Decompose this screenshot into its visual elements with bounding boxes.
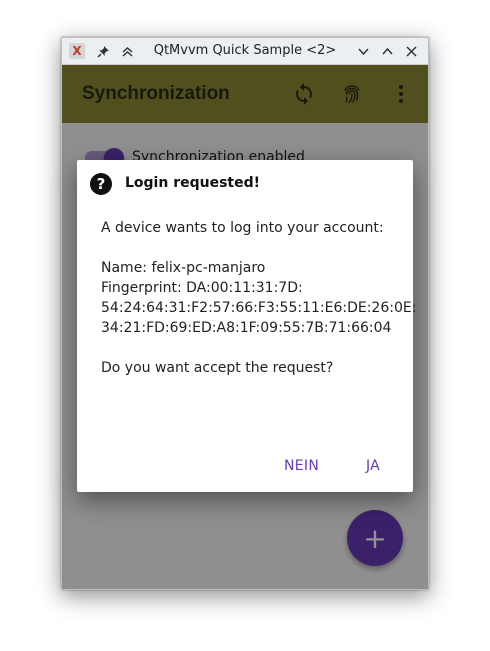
- device-name: Name: felix-pc-manjaro: [101, 260, 266, 276]
- dialog-body: A device wants to log into your account:…: [101, 218, 417, 378]
- login-request-dialog: ? Login requested! A device wants to log…: [77, 160, 417, 492]
- title-bar: X QtMvvm Quick Sample <2>: [62, 38, 428, 65]
- question-icon: ?: [90, 173, 112, 195]
- fingerprint-line-1: Fingerprint: DA:00:11:31:7D:: [101, 280, 303, 296]
- fingerprint-line-2: 54:24:64:31:F2:57:66:F3:55:11:E6:DE:26:0…: [101, 300, 417, 316]
- dialog-question: Do you want accept the request?: [101, 360, 334, 376]
- minimize-icon[interactable]: [354, 42, 372, 60]
- window-title: QtMvvm Quick Sample <2>: [153, 43, 337, 58]
- maximize-icon[interactable]: [378, 42, 396, 60]
- accept-button[interactable]: JA: [366, 458, 380, 474]
- dialog-title: Login requested!: [125, 175, 261, 191]
- close-icon[interactable]: [402, 42, 420, 60]
- dialog-intro: A device wants to log into your account:: [101, 220, 384, 236]
- deny-button[interactable]: NEIN: [284, 458, 319, 474]
- fingerprint-line-3: 34:21:FD:69:ED:A8:1F:09:55:7B:71:66:04: [101, 320, 392, 336]
